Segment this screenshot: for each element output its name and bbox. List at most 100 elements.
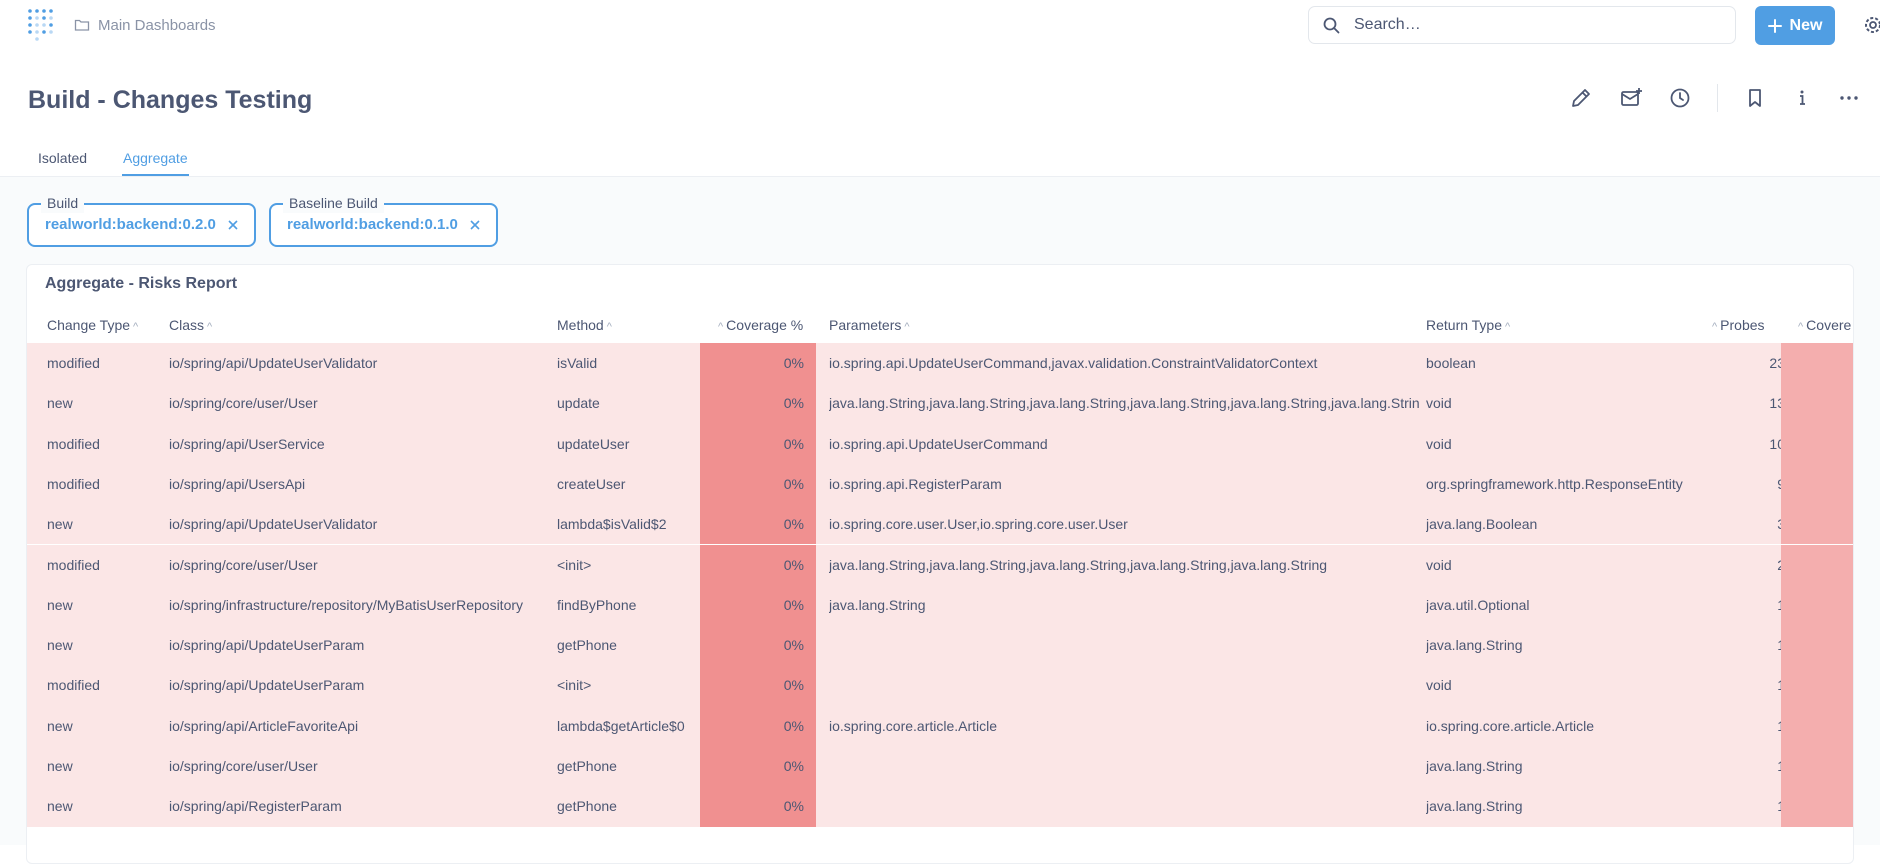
cell-change-type: modified — [47, 556, 100, 573]
cell-coverage: 0% — [700, 383, 816, 424]
tab-isolated[interactable]: Isolated — [38, 150, 87, 174]
search-icon — [1323, 17, 1340, 33]
filter-build-value: realworld:backend:0.2.0 — [45, 216, 216, 233]
search-input[interactable] — [1352, 15, 1696, 35]
cell-change-type: modified — [47, 355, 100, 371]
col-method[interactable]: Method ^ — [557, 305, 615, 345]
bookmark-icon[interactable] — [1743, 86, 1767, 110]
cell-coverage: 0% — [700, 544, 816, 585]
filter-baseline-build-label: Baseline Build — [283, 193, 384, 213]
gear-icon[interactable] — [1862, 14, 1880, 36]
table-row[interactable]: new io/spring/api/ArticleFavoriteApi lambd… — [27, 705, 1853, 746]
card-title: Aggregate - Risks Report — [45, 275, 238, 292]
cell-change-type: new — [47, 596, 73, 613]
cell-method: createUser — [557, 475, 626, 492]
filter-build-value-wrap: realworld:backend:0.2.0 — [45, 216, 238, 233]
col-coverage[interactable]: ^ Coverage % — [715, 305, 803, 345]
filter-baseline-build[interactable]: Baseline Build realworld:backend:0.1.0 — [269, 193, 498, 247]
cell-covered — [1781, 746, 1853, 787]
cell-coverage: 0% — [700, 463, 816, 505]
table-row[interactable]: modified io/spring/core/user/User <init> 0%… — [27, 544, 1853, 585]
header-divider — [1717, 84, 1718, 112]
top-bar: Main Dashboards New — [0, 0, 1880, 50]
table-row[interactable]: new io/spring/core/user/User update 0% java.… — [27, 383, 1853, 424]
table-row[interactable]: new io/spring/api/UpdateUserParam getPhone… — [27, 625, 1853, 666]
cell-parameters: java.lang.String,java.lang.String,java.l… — [829, 395, 1419, 412]
cell-change-type: modified — [47, 475, 100, 492]
cell-covered — [1781, 786, 1853, 827]
cell-coverage: 0% — [700, 705, 816, 746]
cell-parameters: io.spring.core.article.Article — [829, 717, 998, 734]
sort-arrow-icon: ^ — [904, 321, 910, 333]
table-row[interactable]: new io/spring/core/user/User getPhone 0% jav… — [27, 746, 1853, 787]
filter-build[interactable]: Build realworld:backend:0.2.0 — [27, 193, 256, 247]
cell-probes: 1 — [1707, 706, 1785, 746]
more-icon[interactable] — [1837, 86, 1861, 110]
close-icon[interactable] — [470, 219, 480, 230]
pencil-icon[interactable] — [1569, 86, 1593, 110]
close-icon[interactable] — [228, 219, 238, 230]
table-row[interactable]: modified io/spring/api/UserService updateU… — [27, 423, 1853, 464]
cell-change-type: new — [47, 516, 73, 533]
cell-return-type: java.lang.String — [1426, 758, 1523, 774]
cell-parameters — [829, 665, 1419, 705]
cell-return-type: void — [1426, 435, 1452, 452]
cell-return-type: void — [1426, 395, 1452, 412]
cell-class: io/spring/core/user/User — [169, 395, 318, 412]
col-return-type[interactable]: Return Type ^ — [1426, 305, 1513, 345]
cell-parameters — [829, 746, 1419, 786]
col-covered[interactable]: ^ Covere — [1795, 305, 1851, 345]
col-parameters[interactable]: Parameters ^ — [829, 305, 913, 345]
cell-method: <init> — [557, 556, 592, 573]
table-row[interactable]: modified io/spring/api/UpdateUserValidato… — [27, 343, 1853, 384]
cell-probes: 9 — [1707, 464, 1785, 504]
clock-icon[interactable] — [1668, 86, 1692, 110]
col-probes[interactable]: ^ Probes — [1709, 305, 1765, 345]
cell-probes: 1 — [1707, 625, 1785, 665]
cell-probes: 10 — [1769, 435, 1785, 452]
table-row[interactable]: new io/spring/api/RegisterParam getPhone 0%… — [27, 786, 1853, 827]
cell-coverage: 0% — [700, 343, 816, 384]
cell-covered — [1781, 504, 1853, 545]
info-icon[interactable] — [1790, 86, 1814, 110]
table-row[interactable]: new io/spring/infrastructure/repository/M… — [27, 584, 1853, 626]
filter-baseline-build-value: realworld:backend:0.1.0 — [287, 216, 458, 233]
table-row[interactable]: modified io/spring/api/UpdateUserParam <in… — [27, 665, 1853, 706]
cell-probes: 1 — [1707, 665, 1785, 705]
cell-class: io/spring/api/UpdateUserParam — [169, 637, 365, 654]
table-row[interactable]: new io/spring/api/UpdateUserValidator lamb… — [27, 504, 1853, 545]
cell-method: lambda$getArticle$0 — [557, 717, 685, 734]
cell-covered — [1781, 584, 1853, 626]
cell-covered — [1781, 383, 1853, 424]
sort-arrow-icon: ^ — [207, 321, 213, 333]
cell-coverage: 0% — [700, 786, 816, 827]
logo-icon[interactable] — [27, 7, 55, 41]
new-button[interactable]: New — [1755, 6, 1835, 45]
breadcrumb[interactable]: Main Dashboards — [74, 14, 216, 36]
cell-class: io/spring/api/UpdateUserParam — [169, 677, 365, 694]
col-class[interactable]: Class ^ — [169, 305, 215, 345]
cell-method: update — [557, 395, 600, 412]
cell-method: lambda$isValid$2 — [557, 516, 667, 533]
new-button-label: New — [1789, 16, 1823, 34]
folder-icon — [74, 19, 90, 31]
table-row[interactable]: modified io/spring/api/UsersApi createUser… — [27, 463, 1853, 505]
cell-coverage: 0% — [700, 423, 816, 464]
cell-class: io/spring/api/UsersApi — [169, 475, 306, 492]
cell-coverage: 0% — [700, 746, 816, 787]
cell-probes: 13 — [1769, 395, 1785, 412]
cell-coverage: 0% — [700, 665, 816, 706]
filter-build-label: Build — [41, 193, 85, 213]
sort-arrow-icon: ^ — [133, 321, 139, 333]
cell-probes: 3 — [1707, 504, 1785, 544]
cell-class: io/spring/api/UserService — [169, 435, 325, 452]
search-box[interactable] — [1308, 6, 1736, 44]
cell-parameters: io.spring.api.UpdateUserCommand,javax.va… — [829, 355, 1318, 371]
col-change-type[interactable]: Change Type ^ — [47, 305, 141, 345]
cell-method: getPhone — [557, 637, 617, 654]
tab-aggregate[interactable]: Aggregate — [122, 150, 189, 176]
subscription-icon[interactable] — [1619, 86, 1643, 110]
cell-coverage: 0% — [700, 504, 816, 545]
cell-method: getPhone — [557, 758, 617, 774]
cell-probes: 2 — [1707, 545, 1785, 585]
